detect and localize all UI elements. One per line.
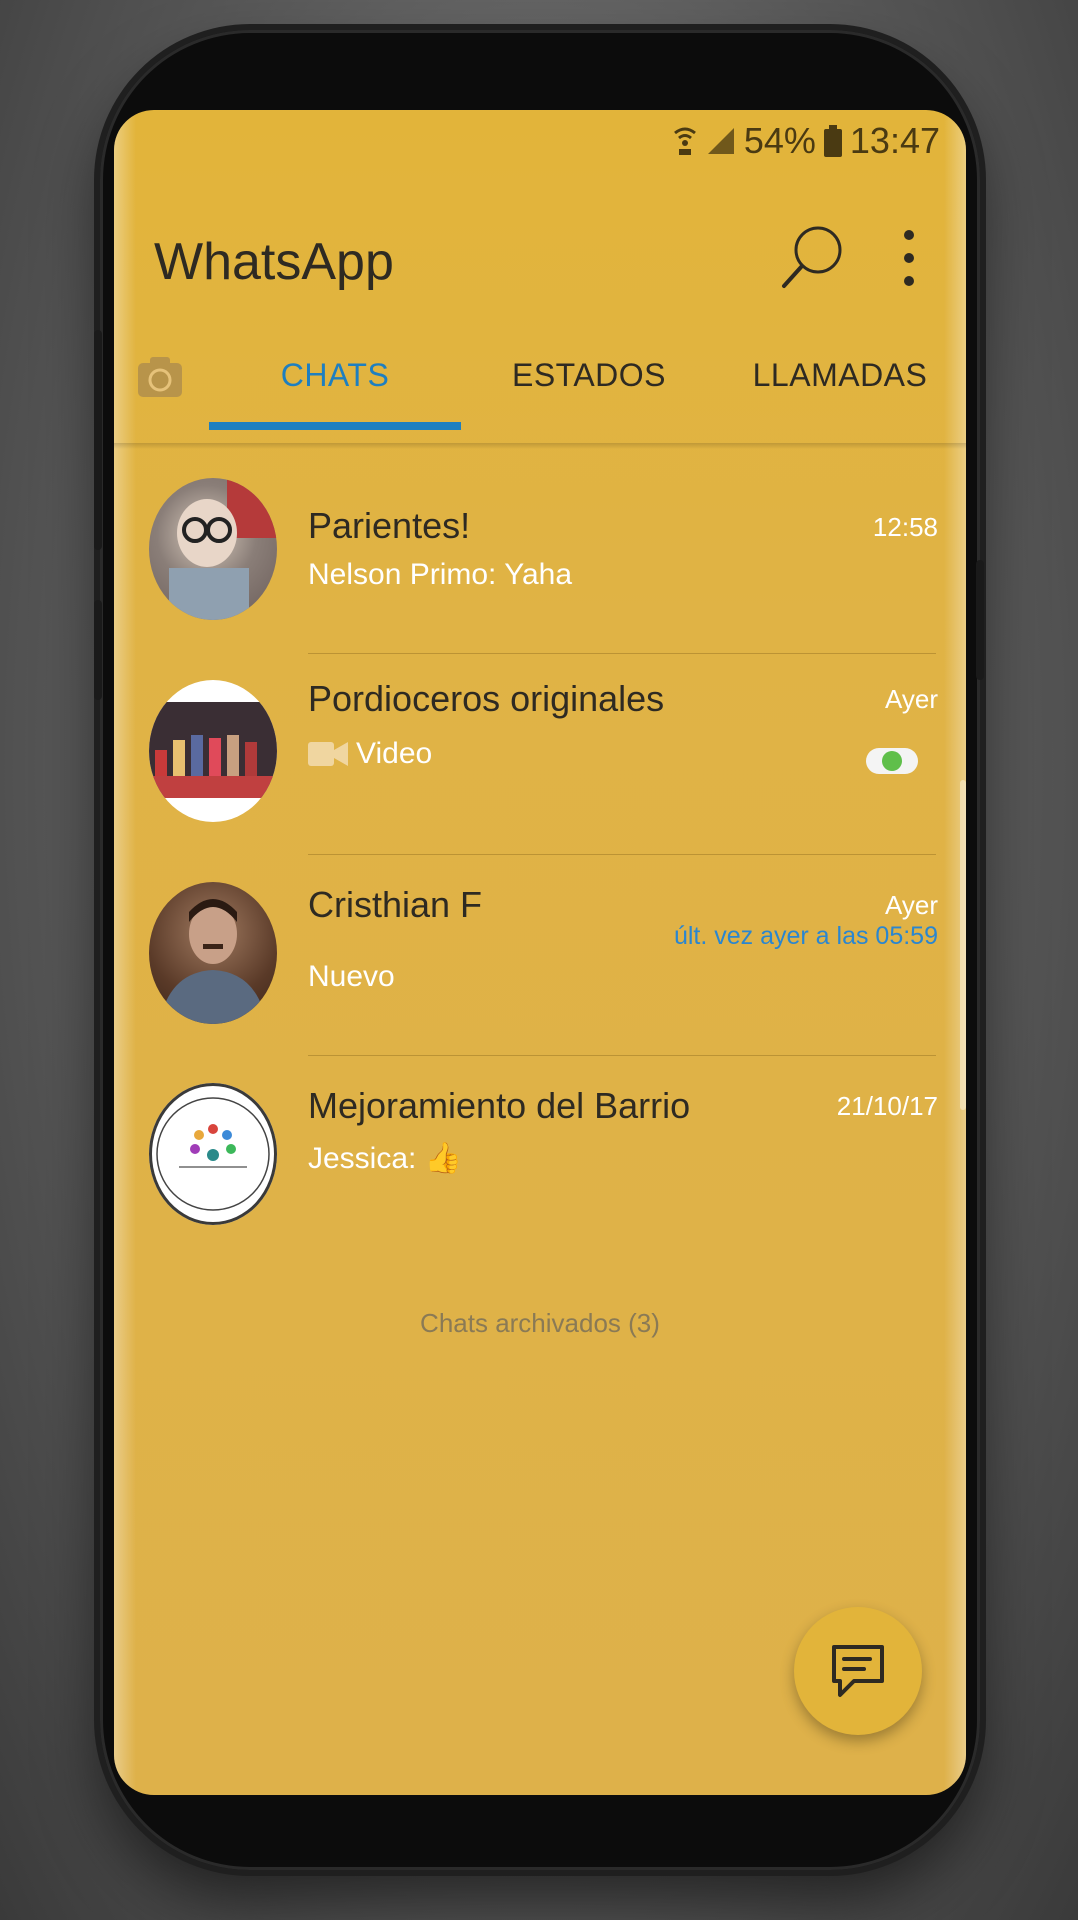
- search-icon[interactable]: [778, 222, 848, 292]
- chat-preview: Video: [308, 737, 432, 771]
- new-chat-button[interactable]: [794, 1607, 922, 1735]
- status-bar: 54% 13:47: [672, 116, 940, 166]
- status-toggle[interactable]: [866, 748, 918, 774]
- avatar[interactable]: [149, 680, 277, 822]
- tab-chats[interactable]: CHATS: [209, 357, 461, 394]
- chat-time: 12:58: [872, 512, 938, 542]
- chat-sender: Nelson Primo:: [308, 558, 497, 591]
- chat-item[interactable]: Cristhian F Ayer últ. vez ayer a las 05:…: [114, 872, 966, 1072]
- new-chat-icon: [832, 1645, 884, 1697]
- chat-sender: Jessica:: [308, 1142, 417, 1175]
- chat-name: Cristhian F: [308, 884, 483, 925]
- child-photo: [169, 478, 277, 620]
- chat-preview: Nuevo: [308, 960, 395, 994]
- tab-shadow: [114, 443, 966, 449]
- phone-side-button: [94, 330, 102, 550]
- chat-time: 21/10/17: [836, 1091, 938, 1121]
- chat-item[interactable]: Parientes! 12:58 Nelson Primo: Yaha: [114, 470, 966, 670]
- phone-side-button: [976, 560, 984, 680]
- chat-message: Yaha: [504, 558, 573, 591]
- avatar[interactable]: [149, 882, 277, 1024]
- active-tab-indicator: [209, 422, 461, 430]
- chat-item[interactable]: Mejoramiento del Barrio 21/10/17 Jessica…: [114, 1073, 966, 1273]
- chat-message: Nuevo: [308, 960, 395, 993]
- scrollbar[interactable]: [960, 780, 966, 1110]
- chat-item[interactable]: Pordioceros originales Ayer Video: [114, 670, 966, 870]
- app-title: WhatsApp: [154, 233, 394, 291]
- divider: [308, 653, 936, 654]
- avatar[interactable]: [149, 478, 277, 620]
- signal-icon: [707, 128, 734, 154]
- screen: 54% 13:47 WhatsApp CHATS ESTADOS LLAMADA…: [114, 110, 966, 1795]
- chat-time: Ayer: [885, 890, 938, 920]
- battery-icon: [823, 125, 842, 157]
- chat-name: Pordioceros originales: [308, 678, 665, 719]
- video-icon: [308, 742, 348, 766]
- logo-image: [156, 1097, 270, 1211]
- archived-chats-link[interactable]: Chats archivados (3): [114, 1308, 966, 1339]
- app-bar: WhatsApp: [114, 202, 966, 312]
- camera-icon[interactable]: [136, 355, 184, 399]
- tab-llamadas[interactable]: LLAMADAS: [714, 357, 966, 394]
- last-seen: últ. vez ayer a las 05:59: [673, 922, 938, 950]
- more-options-icon[interactable]: [894, 230, 924, 286]
- wifi-icon: [673, 127, 696, 155]
- battery-percent: 54%: [743, 120, 816, 161]
- chat-message: 👍: [424, 1142, 463, 1175]
- person-photo: [159, 899, 267, 1024]
- tab-estados[interactable]: ESTADOS: [469, 357, 709, 394]
- chat-preview: Nelson Primo: Yaha: [308, 558, 572, 592]
- chat-message: Video: [356, 737, 433, 770]
- avatar[interactable]: [149, 1083, 277, 1225]
- divider: [308, 1055, 936, 1056]
- phone-side-button: [94, 600, 102, 700]
- group-photo: [149, 702, 277, 798]
- tab-bar: CHATS ESTADOS LLAMADAS: [114, 345, 966, 445]
- chat-preview: Jessica: 👍: [308, 1141, 462, 1176]
- chat-time: Ayer: [885, 684, 938, 714]
- chat-name: Mejoramiento del Barrio: [308, 1085, 691, 1126]
- divider: [308, 854, 936, 855]
- chat-name: Parientes!: [308, 505, 471, 546]
- status-time: 13:47: [849, 120, 940, 161]
